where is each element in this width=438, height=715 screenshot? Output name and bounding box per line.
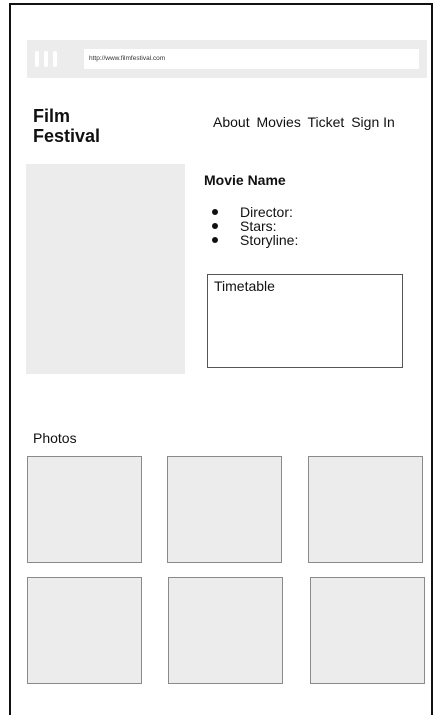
movie-poster-placeholder (26, 164, 185, 374)
photo-thumbnail[interactable] (27, 456, 142, 563)
site-logo-text[interactable]: Film Festival (33, 106, 143, 146)
bullet-icon (212, 223, 218, 229)
movie-title: Movie Name (204, 172, 286, 188)
movie-details-list: Director: Stars: Storyline: (212, 205, 298, 247)
detail-storyline-label: Storyline: (240, 232, 299, 248)
photo-thumbnail[interactable] (168, 577, 283, 684)
timetable-label: Timetable (214, 278, 275, 294)
main-nav: About Movies Ticket Sign In (213, 114, 398, 130)
brand-line-2: Festival (33, 126, 101, 146)
detail-storyline: Storyline: (212, 233, 298, 247)
detail-stars: Stars: (212, 219, 298, 233)
address-bar-input[interactable] (84, 49, 419, 69)
photo-thumbnail[interactable] (27, 577, 142, 684)
nav-item-movies[interactable]: Movies (256, 114, 300, 130)
nav-item-sign-in[interactable]: Sign In (351, 114, 395, 130)
nav-item-about[interactable]: About (213, 114, 250, 130)
bullet-icon (212, 209, 218, 215)
browser-bar (27, 40, 427, 78)
photo-thumbnail[interactable] (308, 456, 423, 563)
brand-line-1: Film (33, 106, 71, 126)
nav-item-ticket[interactable]: Ticket (307, 114, 344, 130)
photo-thumbnail[interactable] (167, 456, 282, 563)
timetable-box: Timetable (207, 274, 403, 368)
bullet-icon (212, 237, 218, 243)
photo-thumbnail[interactable] (310, 577, 425, 684)
detail-director: Director: (212, 205, 298, 219)
browser-menu-icon[interactable] (33, 49, 59, 69)
photos-heading: Photos (33, 430, 77, 446)
